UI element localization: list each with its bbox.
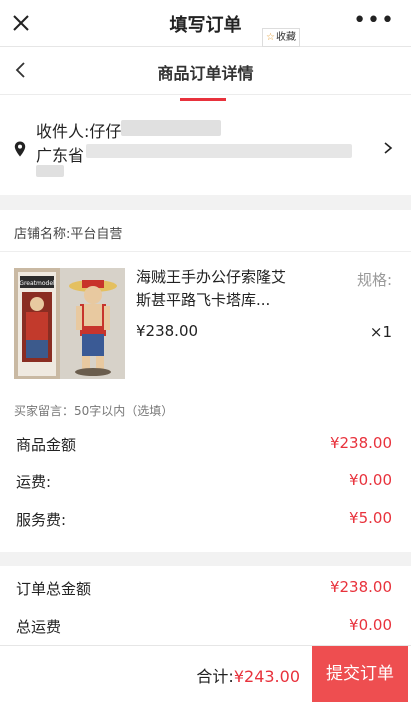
window-title: 填写订单 <box>169 15 242 36</box>
summary-label: 商品金额 <box>16 436 77 454</box>
summary-row: 服务费: ¥5.00 <box>16 509 392 531</box>
goods-section: Greatmodel 海贼王手办公仔索隆艾斯甚平路飞卡塔库... 规格: ¥23… <box>0 252 411 552</box>
grand-total-value: ¥243.00 <box>233 667 300 686</box>
location-pin-icon <box>14 141 26 157</box>
total-row: 订单总金额 ¥238.00 <box>16 578 392 600</box>
address-section[interactable]: 收件人:仔仔 广东省 <box>0 95 411 195</box>
summary-row: 商品金额 ¥238.00 <box>16 434 392 456</box>
total-label: 订单总金额 <box>16 580 92 598</box>
buyer-message-input[interactable]: 买家留言：50字以内（选填） <box>14 402 173 419</box>
chevron-right-icon <box>384 142 393 154</box>
star-icon: ☆ <box>266 32 275 43</box>
tab-indicator <box>180 98 226 101</box>
summary-label: 服务费: <box>16 511 67 529</box>
redacted-block <box>36 165 64 177</box>
total-row: 总运费 ¥0.00 <box>16 616 392 638</box>
submit-order-button[interactable]: 提交订单 <box>312 646 408 702</box>
more-options-icon[interactable]: ••• <box>353 10 395 32</box>
favorite-label: 收藏 <box>275 32 296 43</box>
summary-value: ¥238.00 <box>329 434 392 452</box>
summary-value: ¥5.00 <box>349 509 392 527</box>
product-quantity: ×1 <box>369 323 392 341</box>
total-label: 总运费 <box>16 618 62 636</box>
grand-total-label: 合计: <box>196 667 234 686</box>
total-value: ¥238.00 <box>329 578 392 596</box>
product-name[interactable]: 海贼王手办公仔索隆艾斯甚平路飞卡塔库... <box>136 266 296 312</box>
recipient-name: 收件人:仔仔 <box>36 122 122 141</box>
total-value: ¥0.00 <box>349 616 392 634</box>
shop-row: 店铺名称:平台自营 <box>0 210 411 252</box>
favorite-button[interactable]: ☆收藏 <box>262 28 300 47</box>
product-image[interactable]: Greatmodel <box>14 268 125 379</box>
summary-value: ¥0.00 <box>349 471 392 489</box>
totals-section: 订单总金额 ¥238.00 总运费 ¥0.00 <box>0 566 411 646</box>
spec-label: 规格: <box>356 271 392 289</box>
brand-text: Greatmodel <box>19 280 55 287</box>
page-navbar: 商品订单详情 <box>0 47 411 95</box>
product-price: ¥238.00 <box>136 322 199 340</box>
grand-total: 合计:¥243.00 <box>196 663 300 687</box>
window-titlebar: 填写订单 ••• <box>0 0 411 47</box>
page-title: 商品订单详情 <box>157 64 254 83</box>
address-province: 广东省 <box>36 146 85 165</box>
summary-row: 运费: ¥0.00 <box>16 471 392 493</box>
checkout-bar: 合计:¥243.00 提交订单 <box>0 645 411 703</box>
summary-label: 运费: <box>16 473 52 491</box>
redacted-block <box>86 144 352 158</box>
shop-name: 店铺名称:平台自营 <box>14 227 123 242</box>
redacted-block <box>121 120 221 136</box>
